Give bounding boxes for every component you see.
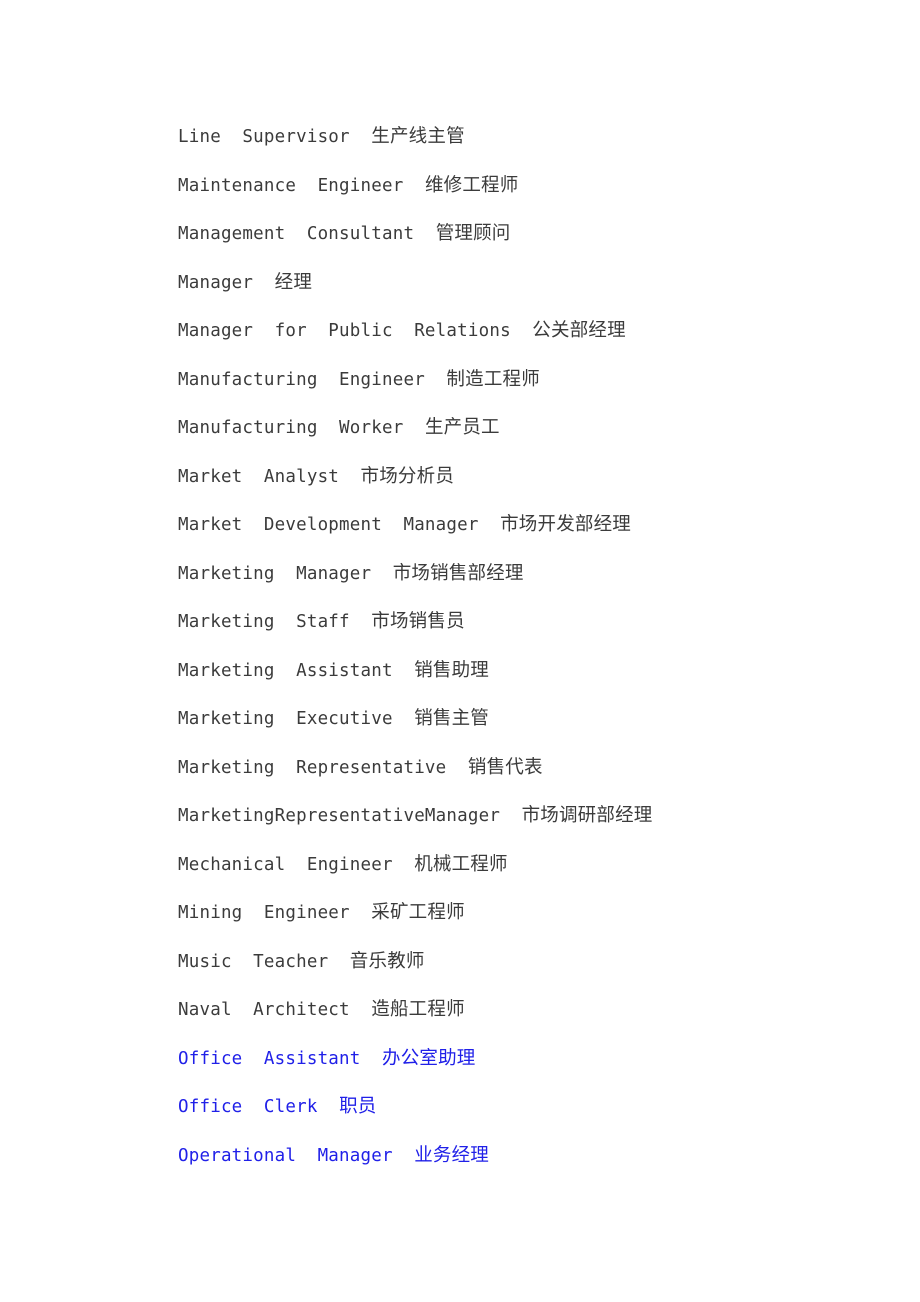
entry-term: Marketing Assistant bbox=[178, 660, 393, 681]
glossary-entry: Market Analyst 市场分析员 bbox=[178, 453, 860, 502]
entry-term: Line Supervisor bbox=[178, 127, 350, 147]
entry-gloss: 音乐教师 bbox=[349, 950, 425, 972]
entry-gloss: 职员 bbox=[339, 1096, 377, 1117]
entry-term: Office Clerk bbox=[178, 1097, 318, 1117]
entry-term: Manager bbox=[178, 272, 254, 293]
entry-gloss: 市场分析员 bbox=[360, 465, 455, 487]
glossary-entry: Marketing Assistant 销售助理 bbox=[178, 647, 860, 696]
glossary-entry: Manager for Public Relations 公关部经理 bbox=[178, 307, 860, 356]
glossary-entry: Marketing Staff 市场销售员 bbox=[178, 598, 860, 647]
entry-gloss: 公关部经理 bbox=[532, 320, 626, 341]
entry-gloss: 机械工程师 bbox=[414, 853, 508, 875]
glossary-entry: Marketing Executive 销售主管 bbox=[178, 695, 860, 744]
entry-term: Manager for Public Relations bbox=[178, 321, 511, 341]
entry-gloss: 制造工程师 bbox=[446, 368, 540, 390]
entry-term: Manufacturing Engineer bbox=[178, 369, 425, 390]
glossary-entry: Market Development Manager 市场开发部经理 bbox=[178, 501, 860, 550]
entry-gloss: 维修工程师 bbox=[424, 174, 519, 196]
glossary-entry: Manager 经理 bbox=[178, 259, 860, 308]
glossary-entry: Mining Engineer 采矿工程师 bbox=[178, 889, 860, 938]
entry-term: Marketing Executive bbox=[178, 709, 393, 729]
entry-term: Mechanical Engineer bbox=[178, 854, 393, 875]
entry-term: Marketing Manager bbox=[178, 563, 372, 584]
entry-term: MarketingRepresentativeManager bbox=[178, 806, 501, 826]
entry-term: Manufacturing Worker bbox=[178, 418, 404, 438]
entry-term: Management Consultant bbox=[178, 224, 415, 244]
entry-gloss: 办公室助理 bbox=[382, 1047, 476, 1069]
entry-gloss: 采矿工程师 bbox=[371, 902, 465, 923]
glossary-entry: Line Supervisor 生产线主管 bbox=[178, 113, 860, 162]
glossary-entry: Manufacturing Worker 生产员工 bbox=[178, 404, 860, 453]
entry-gloss: 销售主管 bbox=[414, 708, 490, 729]
glossary-entry: Marketing Representative 销售代表 bbox=[178, 744, 860, 793]
entry-gloss: 市场调研部经理 bbox=[521, 805, 653, 826]
entry-gloss: 市场销售员 bbox=[371, 611, 465, 632]
entry-term: Music Teacher bbox=[178, 951, 329, 972]
glossary-entry: Mechanical Engineer 机械工程师 bbox=[178, 841, 860, 890]
glossary-entry: Music Teacher 音乐教师 bbox=[178, 938, 860, 987]
glossary-entry: Naval Architect 造船工程师 bbox=[178, 986, 860, 1035]
entry-term: Market Analyst bbox=[178, 466, 340, 487]
glossary-entry: Marketing Manager 市场销售部经理 bbox=[178, 550, 860, 599]
glossary-entry-link[interactable]: Office Clerk 职员 bbox=[178, 1083, 860, 1132]
document-page: Line Supervisor 生产线主管 Maintenance Enginee… bbox=[0, 0, 920, 1302]
glossary-entry: Manufacturing Engineer 制造工程师 bbox=[178, 356, 860, 405]
entry-gloss: 生产线主管 bbox=[371, 126, 465, 147]
entry-term: Office Assistant bbox=[178, 1048, 361, 1069]
entry-term: Naval Architect bbox=[178, 1000, 350, 1020]
entry-gloss: 造船工程师 bbox=[371, 999, 465, 1020]
entry-gloss: 管理顾问 bbox=[435, 223, 511, 244]
entry-term: Maintenance Engineer bbox=[178, 175, 404, 196]
glossary-entry-link[interactable]: Office Assistant 办公室助理 bbox=[178, 1035, 860, 1084]
glossary-entry: MarketingRepresentativeManager 市场调研部经理 bbox=[178, 792, 860, 841]
entry-term: Mining Engineer bbox=[178, 903, 350, 923]
glossary-entry: Management Consultant 管理顾问 bbox=[178, 210, 860, 259]
entry-gloss: 销售助理 bbox=[414, 659, 490, 681]
entry-gloss: 经理 bbox=[274, 271, 313, 293]
entry-term: Marketing Representative bbox=[178, 757, 447, 778]
entry-gloss: 市场开发部经理 bbox=[500, 514, 631, 535]
entry-term: Market Development Manager bbox=[178, 515, 479, 535]
entry-gloss: 生产员工 bbox=[424, 417, 500, 438]
entry-gloss: 市场销售部经理 bbox=[392, 562, 524, 584]
entry-gloss: 销售代表 bbox=[467, 756, 543, 778]
glossary-entry-link[interactable]: Operational Manager 业务经理 bbox=[178, 1132, 860, 1181]
entry-term: Marketing Staff bbox=[178, 612, 350, 632]
glossary-entry: Maintenance Engineer 维修工程师 bbox=[178, 162, 860, 211]
entry-term: Operational Manager bbox=[178, 1145, 393, 1166]
entry-gloss: 业务经理 bbox=[414, 1144, 490, 1166]
glossary-list: Line Supervisor 生产线主管 Maintenance Enginee… bbox=[178, 113, 860, 1180]
